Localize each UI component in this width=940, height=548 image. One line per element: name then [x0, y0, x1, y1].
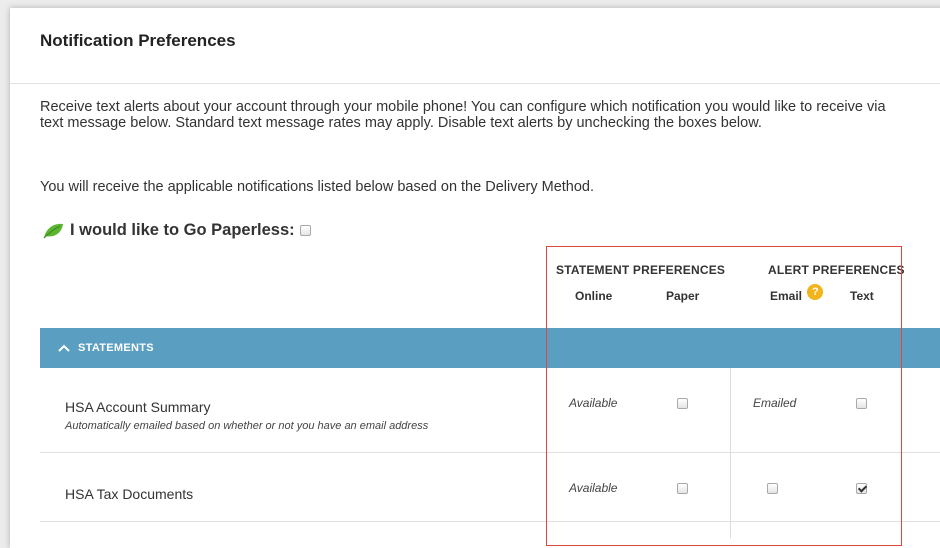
online-availability: Available [569, 481, 618, 495]
go-paperless-row: I would like to Go Paperless: [42, 221, 311, 240]
statements-section-toggle[interactable]: STATEMENTS [40, 328, 940, 368]
online-column-header: Online [575, 289, 613, 303]
notification-preferences-panel [10, 8, 940, 548]
paper-checkbox[interactable] [677, 483, 688, 494]
row-name-hsa-tax-documents: HSA Tax Documents [65, 486, 194, 502]
row-name-hsa-account-summary: HSA Account Summary [65, 399, 211, 415]
paper-checkbox[interactable] [677, 398, 688, 409]
intro-paragraph: Receive text alerts about your account t… [40, 99, 886, 131]
go-paperless-checkbox[interactable] [299, 225, 311, 236]
email-status: Emailed [753, 396, 797, 410]
email-alert-checkbox[interactable] [767, 483, 778, 494]
section-label: STATEMENTS [78, 342, 154, 354]
go-paperless-label: I would like to Go Paperless: [70, 221, 295, 239]
email-column-label: Email [770, 289, 803, 304]
column-divider [730, 368, 731, 538]
row-divider [40, 452, 940, 453]
paper-column-header: Paper [666, 289, 700, 303]
leaf-icon [43, 223, 63, 238]
text-column-header: Text [850, 289, 874, 303]
row-subtext: Automatically emailed based on whether o… [65, 420, 429, 432]
page-title: Notification Preferences [40, 31, 236, 50]
email-column-header: Email ? [770, 284, 824, 305]
chevron-up-icon [58, 344, 70, 352]
online-availability: Available [569, 396, 618, 410]
alert-preferences-header: ALERT PREFERENCES [768, 263, 905, 277]
text-alert-checkbox[interactable] [856, 398, 867, 409]
text-alert-checkbox[interactable] [856, 483, 867, 494]
row-divider [40, 521, 940, 522]
statement-preferences-header: STATEMENT PREFERENCES [556, 263, 726, 277]
delivery-method-note: You will receive the applicable notifica… [40, 179, 595, 195]
help-icon[interactable]: ? [807, 284, 824, 300]
